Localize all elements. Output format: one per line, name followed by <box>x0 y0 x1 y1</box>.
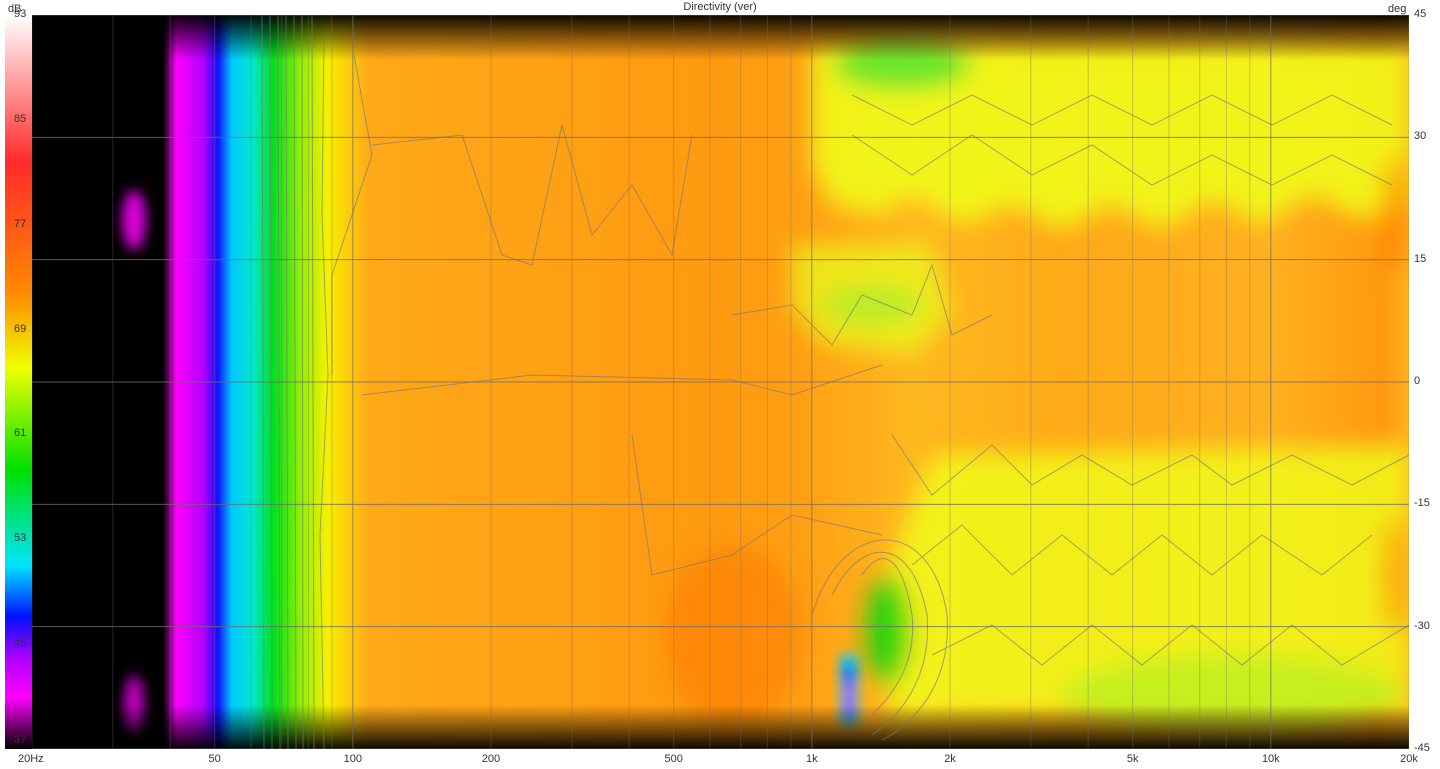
y-tick-label: -15 <box>1414 497 1430 510</box>
colorbar-tick-label: 93 <box>14 8 27 20</box>
colorbar-tick-label: 53 <box>14 532 27 545</box>
y-tick-label: -30 <box>1414 619 1430 632</box>
colorbar-tick-label: 45 <box>14 637 27 650</box>
x-tick-label: 100 <box>343 753 362 765</box>
x-tick-label: 2k <box>944 753 956 765</box>
x-tick-label: 20k <box>1400 753 1418 765</box>
colorbar-tick-label: 37 <box>14 734 27 746</box>
top-edge-shadow <box>32 15 1409 60</box>
green-spot-lower <box>866 575 910 685</box>
chart-title: Directivity (ver) <box>683 1 757 13</box>
y-tick-label: 15 <box>1414 252 1427 265</box>
colorbar-tick-label: 61 <box>14 427 27 440</box>
y-tick-label: -45 <box>1414 742 1430 754</box>
y-tick-label: 45 <box>1414 8 1427 20</box>
colorbar-tick-label: 77 <box>14 217 27 230</box>
x-tick-label: 1k <box>806 753 818 765</box>
x-tick-label: 5k <box>1126 753 1139 765</box>
green-spot-mid <box>822 287 922 323</box>
x-tick-label: 10k <box>1261 753 1280 765</box>
x-tick-label: 500 <box>664 753 683 765</box>
deep-orange-right-edge-low <box>1382 515 1406 635</box>
x-tick-label: 200 <box>481 753 501 765</box>
colorbar-tick-label: 85 <box>14 112 27 125</box>
y-tick-label: 30 <box>1414 130 1427 143</box>
heatmap-plot <box>32 15 1409 749</box>
y-axis-unit-label: deg <box>1388 3 1407 15</box>
y-tick-label: 0 <box>1414 375 1421 387</box>
deep-orange-lower-mid <box>662 545 802 725</box>
colorbar-tick-label: 69 <box>14 322 27 335</box>
deep-orange-right-edge <box>1382 155 1406 275</box>
x-tick-label: 20Hz <box>18 753 44 765</box>
x-tick-label: 50 <box>208 753 221 765</box>
bottom-edge-shadow <box>32 705 1409 749</box>
